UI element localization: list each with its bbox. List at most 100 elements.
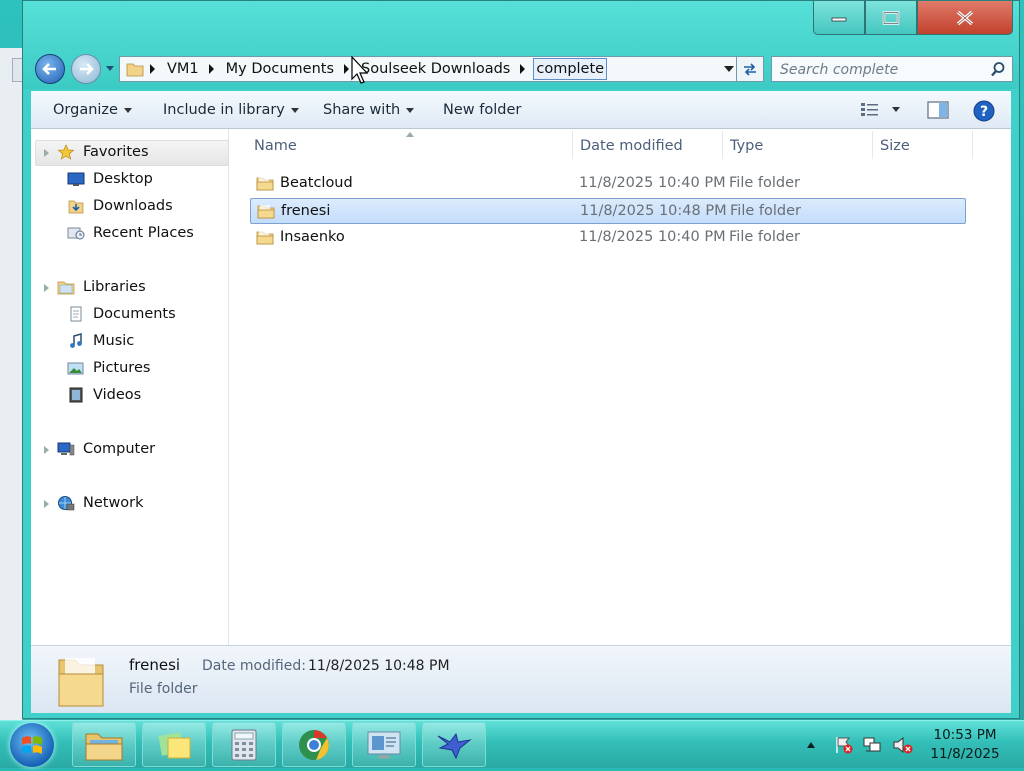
nav-documents-label: Documents [93, 306, 176, 322]
breadcrumb-separator[interactable] [150, 64, 155, 74]
recent-pages-chevron-down-icon[interactable] [105, 65, 115, 73]
nav-videos[interactable]: Videos [67, 387, 141, 403]
recent-places-icon [67, 227, 85, 240]
column-header-date-modified[interactable]: Date modified [580, 138, 683, 154]
nav-recent-places[interactable]: Recent Places [67, 225, 194, 241]
file-date: 11/8/2025 10:40 PM [579, 229, 726, 245]
pictures-icon [67, 362, 84, 375]
share-with-menu[interactable]: Share with [323, 102, 415, 118]
chrome-icon [299, 729, 329, 760]
breadcrumb-vm1[interactable]: VM1 [163, 61, 203, 77]
show-hidden-icons-chevron-up-icon[interactable] [806, 741, 816, 749]
breadcrumb-soulseek-downloads[interactable]: Soulseek Downloads [357, 61, 514, 77]
computer-icon [57, 442, 75, 456]
breadcrumb-separator[interactable] [344, 64, 350, 74]
action-center-flag-icon[interactable] [834, 735, 854, 755]
nav-libraries[interactable]: Libraries [57, 279, 146, 295]
nav-recent-places-label: Recent Places [93, 225, 194, 241]
column-divider[interactable] [572, 131, 573, 159]
file-type: File folder [729, 175, 800, 191]
folder-icon [256, 231, 274, 245]
background-window[interactable] [0, 48, 24, 720]
details-file-type: File folder [129, 681, 198, 697]
column-header-name[interactable]: Name [254, 138, 297, 154]
taskbar-remote-desktop[interactable] [352, 722, 416, 767]
column-divider[interactable] [722, 131, 723, 159]
nav-favorites[interactable]: Favorites [57, 144, 149, 160]
taskbar-chrome[interactable] [282, 722, 346, 767]
organize-menu[interactable]: Organize [53, 102, 132, 118]
sticky-notes-icon [158, 731, 191, 758]
file-name: Insaenko [280, 229, 345, 245]
nav-documents[interactable]: Documents [67, 306, 176, 322]
close-button[interactable] [917, 1, 1013, 35]
nav-music[interactable]: Music [67, 333, 134, 349]
folder-icon [256, 177, 274, 191]
minimize-icon [831, 17, 847, 21]
libraries-expand-icon[interactable] [44, 284, 49, 292]
back-button[interactable] [35, 54, 65, 84]
preview-pane-button[interactable] [927, 101, 949, 119]
file-list[interactable]: Name Date modified Type Size Beatcloud 1… [230, 129, 1011, 645]
taskbar-calculator[interactable] [212, 722, 276, 767]
back-arrow-icon [42, 63, 56, 75]
volume-muted-icon[interactable] [892, 735, 914, 755]
help-icon: ? [973, 100, 995, 122]
search-box[interactable] [771, 56, 1013, 82]
folder-icon [126, 63, 144, 77]
nav-pictures-label: Pictures [93, 360, 151, 376]
breadcrumb-separator[interactable] [208, 64, 214, 74]
nav-libraries-label: Libraries [83, 279, 146, 295]
taskbar-explorer[interactable] [72, 722, 136, 767]
svg-text:?: ? [980, 104, 988, 120]
navigation-pane[interactable]: Favorites Desktop Downloads Recent Place… [31, 129, 229, 645]
search-icon[interactable] [990, 61, 1006, 77]
nav-downloads[interactable]: Downloads [67, 198, 173, 214]
organize-label: Organize [53, 102, 118, 118]
libraries-icon [57, 281, 75, 295]
taskbar-bird-app[interactable] [422, 722, 486, 767]
new-folder-label: New folder [443, 102, 522, 118]
desktop-icon [67, 172, 85, 186]
network-status-icon[interactable] [862, 735, 884, 755]
breadcrumb-my-documents[interactable]: My Documents [222, 61, 338, 77]
favorites-expand-icon[interactable] [44, 149, 49, 157]
column-header-size[interactable]: Size [880, 138, 910, 154]
refresh-icon [744, 63, 756, 76]
clock[interactable]: 10:53 PM 11/8/2025 [920, 726, 1010, 764]
forward-button[interactable] [71, 54, 101, 84]
taskbar-sticky-notes[interactable] [142, 722, 206, 767]
column-divider[interactable] [872, 131, 873, 159]
change-view-button[interactable] [860, 101, 900, 117]
help-button[interactable]: ? [973, 100, 995, 122]
include-in-library-label: Include in library [163, 102, 285, 118]
nav-desktop[interactable]: Desktop [67, 171, 153, 187]
search-input[interactable] [778, 58, 982, 82]
file-row-beatcloud[interactable]: Beatcloud 11/8/2025 10:40 PM File folder [250, 171, 966, 197]
refresh-button[interactable] [736, 56, 764, 82]
file-row-frenesi[interactable]: frenesi 11/8/2025 10:48 PM File folder [250, 198, 966, 224]
mouse-cursor-icon [351, 56, 369, 84]
address-history-chevron-down-icon[interactable] [724, 66, 734, 72]
network-expand-icon[interactable] [44, 500, 49, 508]
nav-pictures[interactable]: Pictures [67, 360, 150, 376]
include-in-library-menu[interactable]: Include in library [163, 102, 299, 118]
clock-time: 10:53 PM [933, 727, 997, 743]
computer-expand-icon[interactable] [44, 446, 49, 454]
minimize-button[interactable] [813, 1, 865, 35]
breadcrumb-separator[interactable] [520, 64, 526, 74]
maximize-button[interactable] [865, 1, 917, 35]
start-button[interactable] [10, 723, 54, 767]
address-bar[interactable]: VM1 My Documents Soulseek Downloads comp… [119, 56, 741, 82]
windows-explorer-icon [85, 733, 123, 760]
nav-computer[interactable]: Computer [57, 441, 155, 457]
column-header-type[interactable]: Type [730, 138, 763, 154]
details-pane: frenesi Date modified: 11/8/2025 10:48 P… [31, 645, 1011, 713]
chevron-down-icon[interactable] [892, 106, 900, 112]
column-divider[interactable] [972, 131, 973, 159]
nav-network[interactable]: Network [57, 495, 144, 511]
new-folder-button[interactable]: New folder [443, 102, 521, 118]
breadcrumb-complete[interactable]: complete [533, 58, 608, 80]
large-folder-icon [58, 658, 104, 707]
file-row-insaenko[interactable]: Insaenko 11/8/2025 10:40 PM File folder [250, 225, 966, 251]
